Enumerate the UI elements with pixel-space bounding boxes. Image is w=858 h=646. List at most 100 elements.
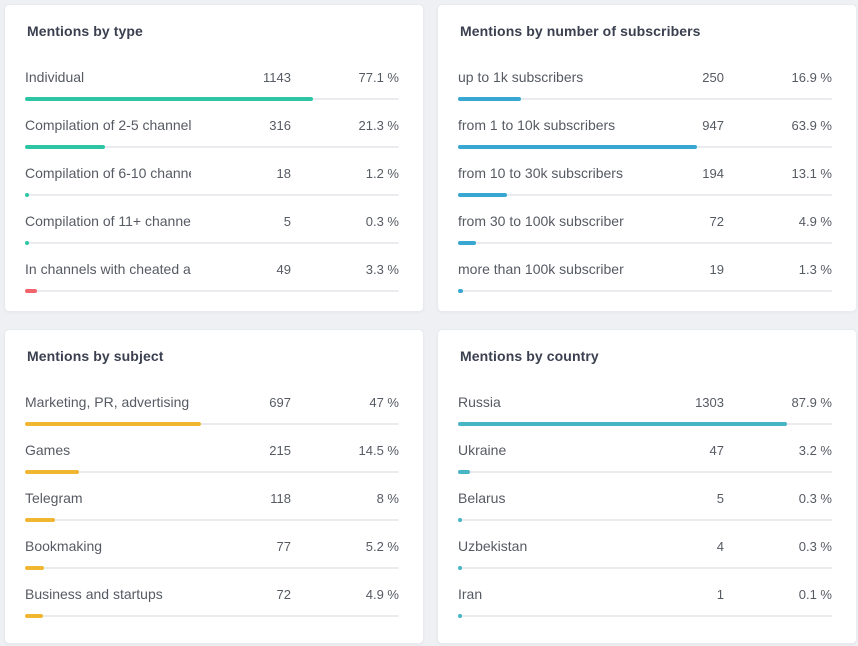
row-count: 72 (191, 585, 291, 605)
row-percent: 1.2 % (291, 164, 399, 184)
row-label: Belarus (458, 488, 624, 508)
row-percent: 21.3 % (291, 116, 399, 136)
progress-track (25, 146, 399, 148)
chart-card-4: Mentions by country Russia 1303 87.9 % U… (437, 329, 857, 644)
row-count: 194 (624, 164, 724, 184)
chart-row: In channels with cheated au... 49 3.3 % (25, 259, 399, 292)
progress-fill (458, 566, 462, 570)
progress-track (458, 290, 832, 292)
row-line: In channels with cheated au... 49 3.3 % (25, 259, 399, 280)
progress-track (458, 567, 832, 569)
row-percent: 47 % (291, 393, 399, 413)
row-line: Compilation of 11+ channels 5 0.3 % (25, 211, 399, 232)
row-percent: 77.1 % (291, 68, 399, 88)
row-label: Uzbekistan (458, 536, 624, 556)
row-label: In channels with cheated au... (25, 259, 191, 279)
row-line: from 10 to 30k subscribers 194 13.1 % (458, 163, 832, 184)
row-count: 5 (191, 212, 291, 232)
progress-track (25, 471, 399, 473)
row-percent: 63.9 % (724, 116, 832, 136)
progress-track (458, 194, 832, 196)
row-line: Belarus 5 0.3 % (458, 488, 832, 509)
progress-track (458, 242, 832, 244)
row-percent: 0.3 % (724, 537, 832, 557)
progress-track (25, 194, 399, 196)
row-count: 1303 (624, 393, 724, 413)
row-count: 18 (191, 164, 291, 184)
progress-track (25, 615, 399, 617)
row-line: Uzbekistan 4 0.3 % (458, 536, 832, 557)
row-line: from 30 to 100k subscribers 72 4.9 % (458, 211, 832, 232)
progress-fill (25, 289, 37, 293)
chart-row: from 1 to 10k subscribers 947 63.9 % (458, 115, 832, 148)
row-line: Games 215 14.5 % (25, 440, 399, 461)
row-label: Compilation of 2-5 channels (25, 115, 191, 135)
chart-row: Uzbekistan 4 0.3 % (458, 536, 832, 569)
row-label: Iran (458, 584, 624, 604)
row-label: Business and startups (25, 584, 191, 604)
row-count: 77 (191, 537, 291, 557)
row-percent: 5.2 % (291, 537, 399, 557)
row-percent: 1.3 % (724, 260, 832, 280)
progress-track (458, 146, 832, 148)
progress-track (25, 567, 399, 569)
chart-card-2: Mentions by number of subscribers up to … (437, 4, 857, 312)
row-line: Individual 1143 77.1 % (25, 67, 399, 88)
progress-track (458, 423, 832, 425)
card-rows: Individual 1143 77.1 % Compilation of 2-… (25, 67, 399, 292)
row-percent: 13.1 % (724, 164, 832, 184)
chart-row: Compilation of 2-5 channels 316 21.3 % (25, 115, 399, 148)
progress-fill (25, 241, 29, 245)
row-count: 697 (191, 393, 291, 413)
row-percent: 0.1 % (724, 585, 832, 605)
row-label: from 30 to 100k subscribers (458, 211, 624, 231)
row-line: more than 100k subscribers 19 1.3 % (458, 259, 832, 280)
chart-row: Iran 1 0.1 % (458, 584, 832, 617)
row-label: Ukraine (458, 440, 624, 460)
chart-row: up to 1k subscribers 250 16.9 % (458, 67, 832, 100)
chart-row: Bookmaking 77 5.2 % (25, 536, 399, 569)
card-title: Mentions by country (460, 346, 832, 366)
row-count: 1 (624, 585, 724, 605)
row-percent: 3.3 % (291, 260, 399, 280)
row-label: Individual (25, 67, 191, 87)
chart-row: Marketing, PR, advertising 697 47 % (25, 392, 399, 425)
progress-track (458, 98, 832, 100)
row-line: from 1 to 10k subscribers 947 63.9 % (458, 115, 832, 136)
chart-row: from 10 to 30k subscribers 194 13.1 % (458, 163, 832, 196)
chart-row: Belarus 5 0.3 % (458, 488, 832, 521)
row-label: up to 1k subscribers (458, 67, 624, 87)
chart-row: Ukraine 47 3.2 % (458, 440, 832, 473)
row-label: Compilation of 11+ channels (25, 211, 191, 231)
row-line: Compilation of 2-5 channels 316 21.3 % (25, 115, 399, 136)
progress-fill (458, 518, 462, 522)
chart-card-1: Mentions by type Individual 1143 77.1 % … (4, 4, 424, 312)
progress-track (458, 471, 832, 473)
progress-track (458, 615, 832, 617)
row-label: Marketing, PR, advertising (25, 392, 191, 412)
progress-fill (458, 289, 463, 293)
progress-fill (25, 614, 43, 618)
row-percent: 4.9 % (291, 585, 399, 605)
row-count: 250 (624, 68, 724, 88)
progress-fill (458, 241, 476, 245)
row-count: 118 (191, 489, 291, 509)
progress-fill (25, 145, 105, 149)
progress-fill (25, 518, 55, 522)
row-line: Bookmaking 77 5.2 % (25, 536, 399, 557)
row-label: Compilation of 6-10 channels (25, 163, 191, 183)
row-percent: 87.9 % (724, 393, 832, 413)
row-percent: 0.3 % (291, 212, 399, 232)
card-title: Mentions by number of subscribers (460, 21, 832, 41)
row-label: Games (25, 440, 191, 460)
row-percent: 8 % (291, 489, 399, 509)
chart-row: from 30 to 100k subscribers 72 4.9 % (458, 211, 832, 244)
progress-fill (25, 422, 201, 426)
row-line: Russia 1303 87.9 % (458, 392, 832, 413)
row-line: up to 1k subscribers 250 16.9 % (458, 67, 832, 88)
row-count: 49 (191, 260, 291, 280)
row-line: Iran 1 0.1 % (458, 584, 832, 605)
progress-fill (25, 193, 29, 197)
row-percent: 16.9 % (724, 68, 832, 88)
row-percent: 4.9 % (724, 212, 832, 232)
